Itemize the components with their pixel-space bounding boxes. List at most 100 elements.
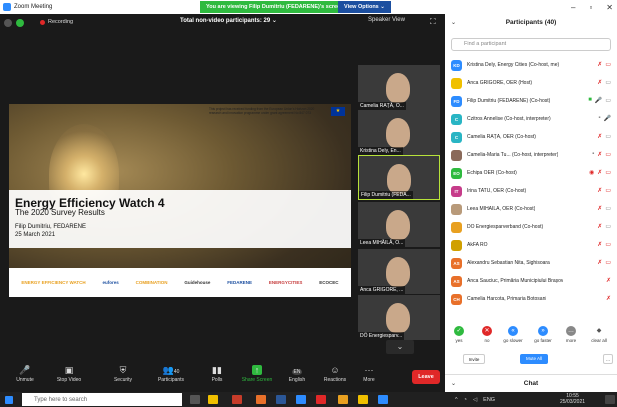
polls-button[interactable]: ▮▮ Polls	[198, 364, 236, 383]
network-icon[interactable]: ◔	[464, 397, 467, 403]
non-video-count[interactable]: Total non-video participants: 29 ⌄	[180, 17, 277, 24]
notifications-icon[interactable]	[605, 395, 615, 404]
participant-row[interactable]: Leea MIHĂILĂ, OER (Co-host) ✗ ▭	[451, 200, 611, 218]
task-view-icon[interactable]	[190, 395, 200, 404]
more-reactions-button[interactable]: … more	[561, 326, 581, 343]
chat-chevron-icon[interactable]: ⌄	[451, 375, 456, 393]
app-icon[interactable]	[256, 395, 266, 404]
word-icon[interactable]	[276, 395, 286, 404]
mute-all-button[interactable]: Mute All	[520, 354, 548, 364]
app-icon-2[interactable]	[358, 395, 368, 404]
go-faster-button[interactable]: » go faster	[533, 326, 553, 343]
video-tile[interactable]: DÖ Energiesparv...	[358, 295, 440, 340]
video-off-icon[interactable]: ▭	[605, 61, 611, 68]
info-icon[interactable]	[4, 19, 12, 27]
tray-chevron-icon[interactable]: ^	[455, 397, 458, 403]
participant-row[interactable]: Camelia-Maria Tu... (Co-host, interprete…	[451, 146, 611, 164]
participant-row[interactable]: FD Filip Dumitriu (FEDARENE) (Co-host) ■…	[451, 92, 611, 110]
video-tile[interactable]: Camelia RAȚĂ, O...	[358, 65, 440, 110]
interpretation-button[interactable]: EN English	[278, 364, 316, 383]
participant-row[interactable]: C Czitros Annelise (Co-host, interpreter…	[451, 110, 611, 128]
clear-all-button[interactable]: ◆ clear all	[589, 326, 609, 343]
zoom-taskbar-icon[interactable]	[378, 395, 388, 404]
mic-off-icon[interactable]: ✗	[597, 205, 602, 212]
share-screen-button[interactable]: ↑ Share Screen	[238, 364, 276, 383]
fullscreen-icon[interactable]: ⛶	[430, 17, 436, 27]
video-off-icon[interactable]: ▭	[605, 151, 611, 158]
participant-video	[386, 257, 410, 287]
mic-off-icon[interactable]: ✗	[597, 79, 602, 86]
video-icon[interactable]: ▭	[605, 79, 611, 86]
video-tile[interactable]: Anca GRIGORE, ...	[358, 249, 440, 294]
video-off-icon[interactable]: ▭	[605, 241, 611, 248]
leave-button[interactable]: Leave	[412, 370, 440, 384]
participant-row[interactable]: AkFA RO ✗ ▭	[451, 236, 611, 254]
mic-off-icon[interactable]: ✗	[597, 61, 602, 68]
video-tile[interactable]: Kristina Dely, En...	[358, 110, 440, 155]
more-options-button[interactable]: ...	[603, 354, 613, 364]
stop-video-button[interactable]: ▣ Stop Video	[50, 364, 88, 383]
shield-icon[interactable]	[16, 19, 24, 27]
windows-start-icon[interactable]	[5, 396, 13, 404]
lang-indicator[interactable]: ENG	[483, 397, 495, 403]
video-icon[interactable]: ▭	[605, 133, 611, 140]
security-button[interactable]: ⛨ Security	[104, 364, 142, 383]
minimize-icon[interactable]: –	[571, 3, 575, 12]
mic-off-icon[interactable]: ✗	[597, 241, 602, 248]
mic-off-icon[interactable]: ✗	[597, 259, 602, 266]
mic-off-icon[interactable]: ✗	[597, 169, 602, 176]
collapse-chevron-icon[interactable]: ⌄	[451, 14, 456, 32]
participant-row[interactable]: IT Irina TATU, OER (Co-host) ✗ ▭	[451, 182, 611, 200]
video-tile-active[interactable]: Filip Dumitriu (FEDA...	[358, 155, 440, 200]
chat-header[interactable]: ⌄ Chat	[445, 374, 617, 392]
speaker-view-button[interactable]: Speaker View	[368, 17, 405, 23]
panel-header: ⌄ Participants (40)	[445, 14, 617, 32]
unmute-button[interactable]: 🎤 Unmute	[6, 364, 44, 383]
video-off-icon[interactable]: ▭	[605, 169, 611, 176]
mic-off-icon[interactable]: ✗	[606, 277, 611, 284]
video-icon[interactable]: ▭	[605, 223, 611, 230]
volume-icon[interactable]: ◁	[473, 397, 477, 403]
maximize-icon[interactable]: ▫	[589, 3, 592, 12]
yes-button[interactable]: ✓ yes	[449, 326, 469, 343]
participant-row[interactable]: DÖ Energiesparverband (Co-host) ✗ ▭	[451, 218, 611, 236]
file-explorer-icon[interactable]	[208, 395, 218, 404]
chrome-icon[interactable]	[338, 395, 348, 404]
participant-row[interactable]: Anca GRIGORE, OER (Host) ✗ ▭	[451, 74, 611, 92]
view-options-button[interactable]: View Options ⌄	[338, 1, 391, 13]
close-icon[interactable]: ✕	[606, 3, 613, 12]
participant-row[interactable]: KD Kristina Dely, Energy Cities (Co-host…	[451, 56, 611, 74]
powerpoint-icon[interactable]	[232, 395, 242, 404]
mic-off-icon[interactable]: ✗	[597, 133, 602, 140]
video-icon[interactable]: ▭	[605, 205, 611, 212]
mic-icon[interactable]: 🎤	[595, 97, 602, 104]
acrobat-icon[interactable]	[316, 395, 326, 404]
scroll-down-icon[interactable]: ⌄	[386, 340, 414, 354]
more-button[interactable]: ··· More	[350, 364, 388, 383]
no-button[interactable]: ✕ no	[477, 326, 497, 343]
reactions-button[interactable]: ☺ Reactions	[316, 364, 354, 383]
participants-button[interactable]: 👥40 Participants	[152, 364, 190, 383]
mic-off-icon[interactable]: ✗	[597, 187, 602, 194]
taskbar-search-input[interactable]: Type here to search	[22, 393, 182, 406]
video-icon[interactable]: ▭	[605, 97, 611, 104]
go-slower-button[interactable]: « go slower	[503, 326, 523, 343]
participant-row[interactable]: CH Camelia Harcota, Primaria Botosani ✗	[451, 290, 611, 308]
invite-button[interactable]: Invite	[463, 354, 485, 364]
find-participant-input[interactable]: Find a participant	[451, 38, 611, 51]
outlook-icon[interactable]	[296, 395, 306, 404]
video-off-icon[interactable]: ▭	[605, 187, 611, 194]
participant-row[interactable]: EO Echipa OER (Co-host) ◉ ✗ ▭	[451, 164, 611, 182]
sharing-icon: ■	[588, 97, 592, 103]
video-name: Kristina Dely, En...	[358, 147, 403, 155]
video-off-icon[interactable]: ▭	[605, 259, 611, 266]
mic-off-icon[interactable]: ✗	[606, 295, 611, 302]
participant-row[interactable]: C Camelia RAȚĂ, OER (Co-host) ✗ ▭	[451, 128, 611, 146]
taskbar-clock[interactable]: 10:55 25/03/2021	[560, 393, 585, 405]
participant-row[interactable]: AS Anca Sauciuc, Primăria Municipiului B…	[451, 272, 611, 290]
mic-off-icon[interactable]: ✗	[597, 223, 602, 230]
participant-row[interactable]: AS Alexandru Sebastian Nita, Sighisoara …	[451, 254, 611, 272]
mic-icon[interactable]: 🎤	[604, 115, 611, 122]
mic-off-icon[interactable]: ✗	[597, 151, 602, 158]
video-tile[interactable]: Leea MIHĂILĂ, O...	[358, 202, 440, 247]
